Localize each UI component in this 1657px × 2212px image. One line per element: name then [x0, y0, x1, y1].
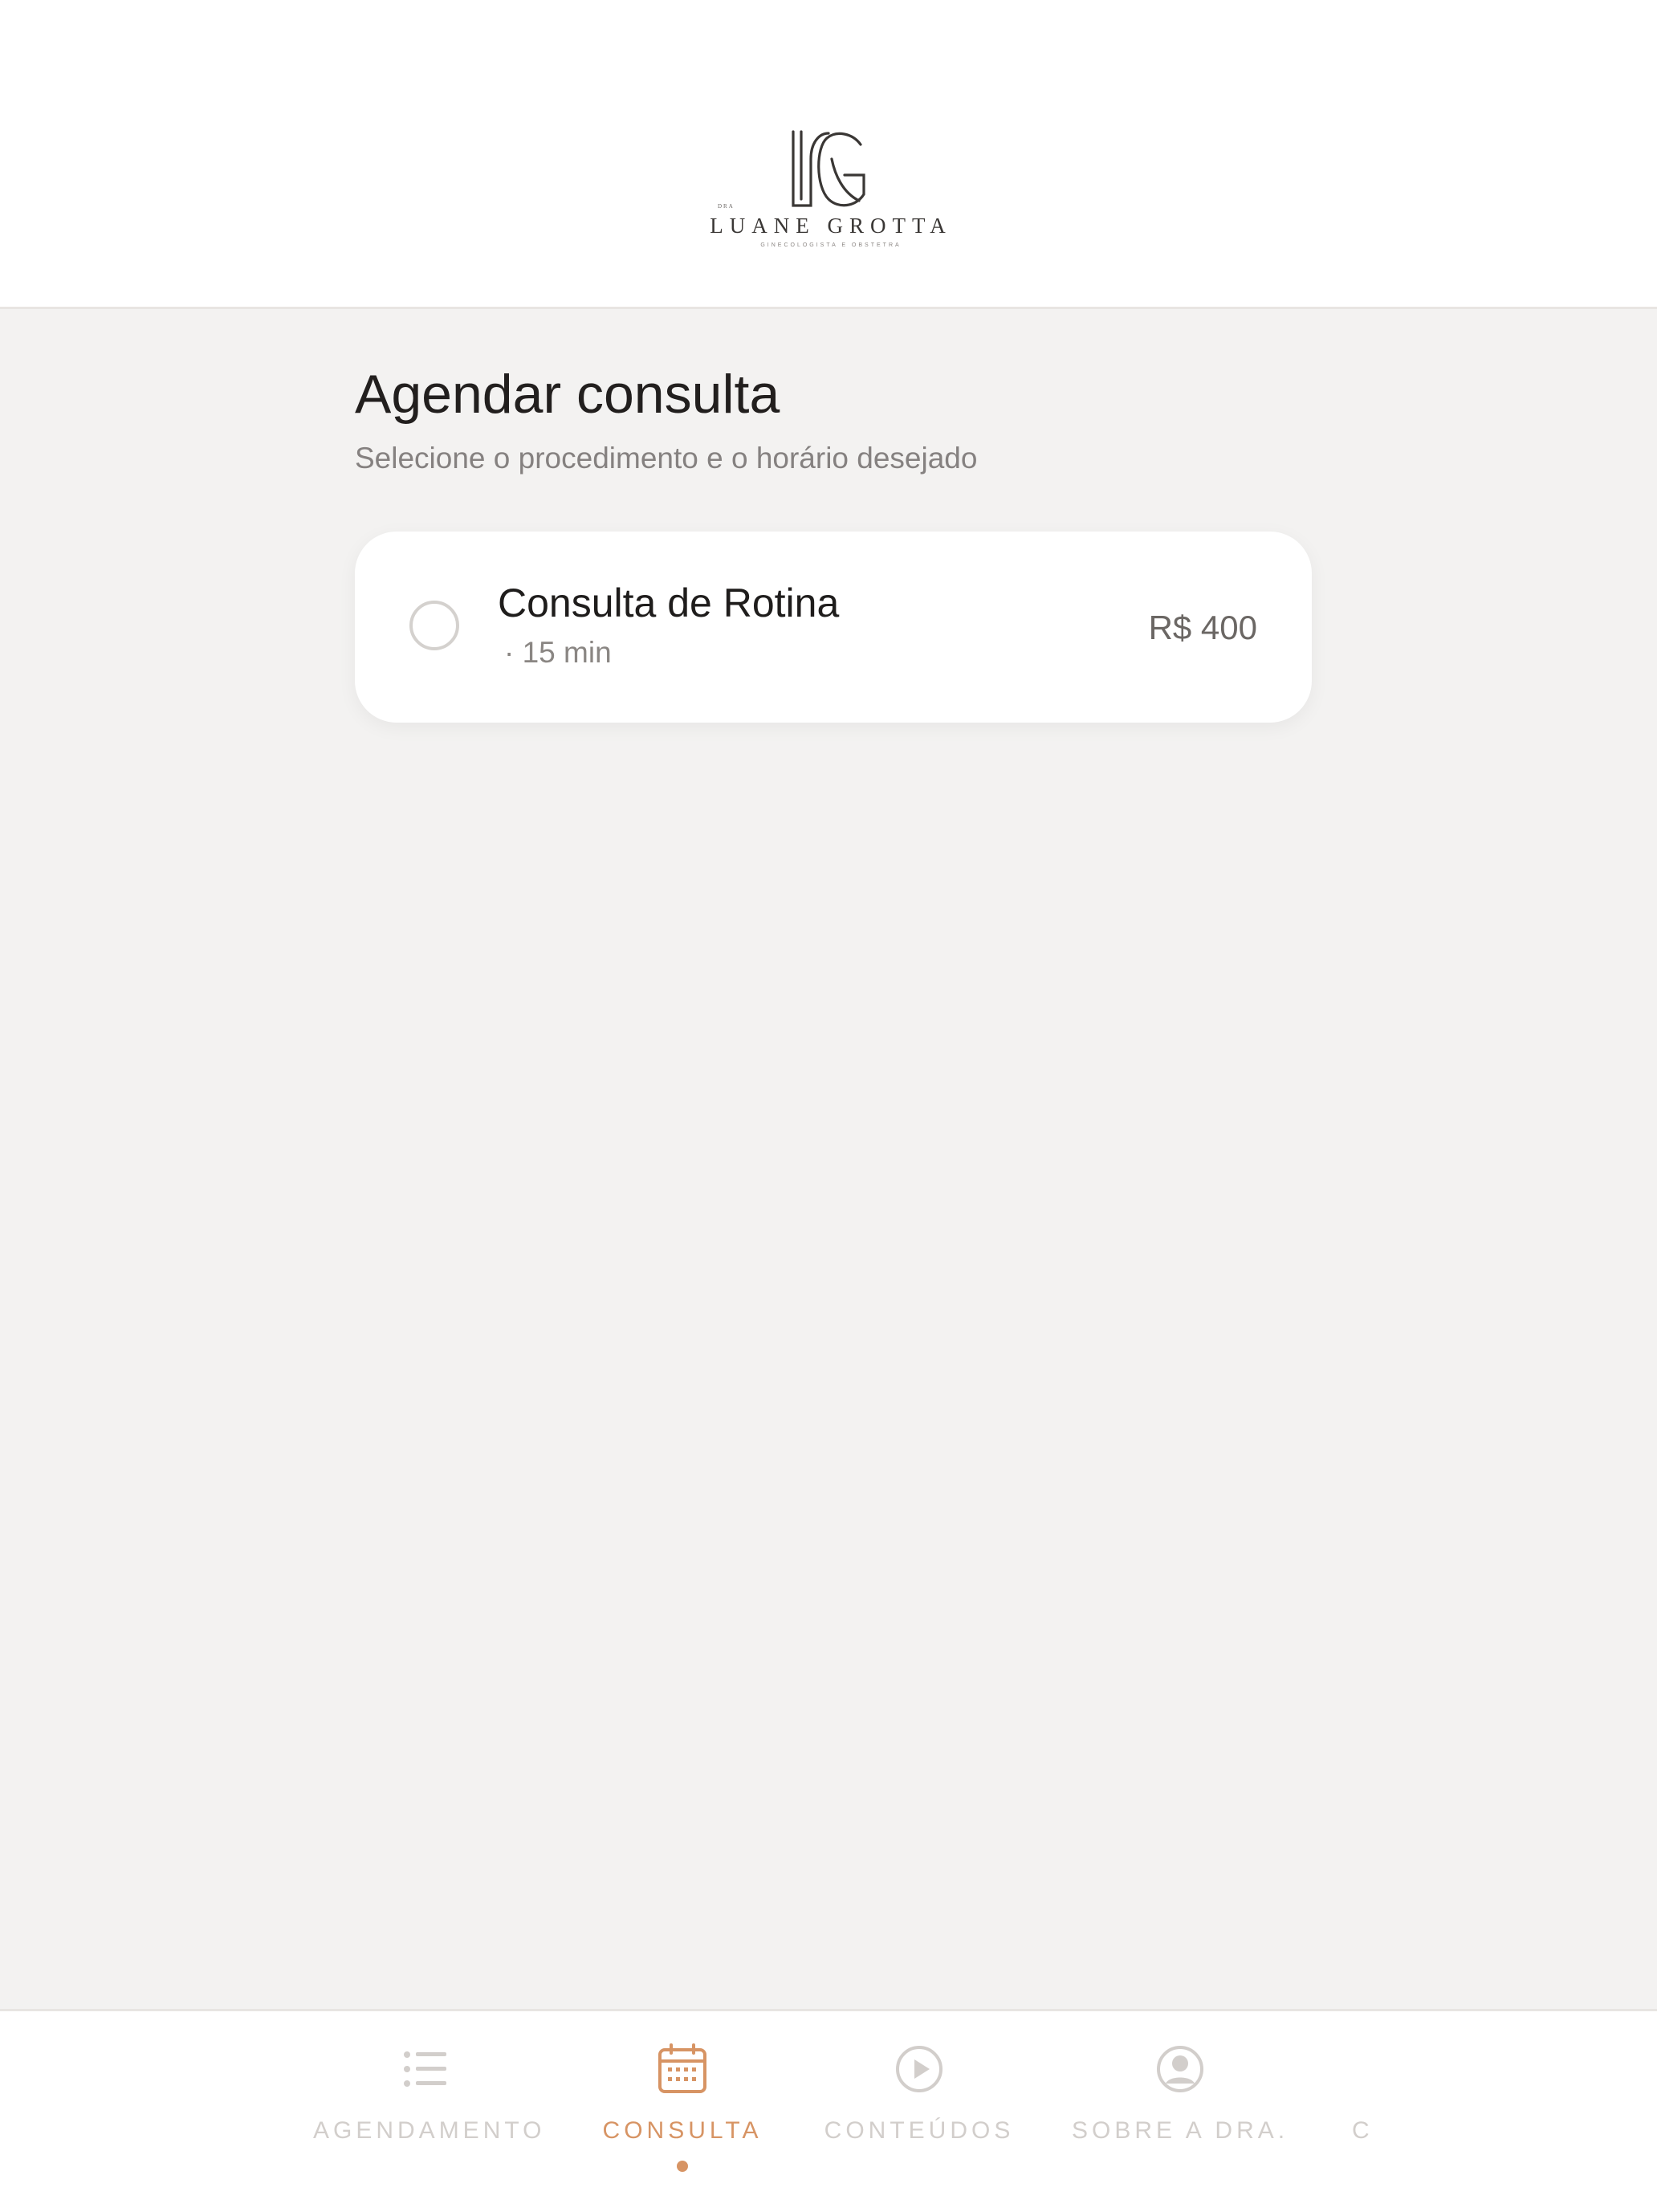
tab-label: CONTEÚDOS — [824, 2117, 1015, 2144]
tab-label: SOBRE A DRA. — [1072, 2117, 1289, 2144]
bottom-tab-bar: AGENDAMENTO CONSULTA CONTEÚDOS SOBRE A D… — [0, 2009, 1657, 2212]
tab-label-partial: C — [1352, 2117, 1374, 2144]
tab-agendamento[interactable]: AGENDAMENTO — [313, 2043, 546, 2188]
tab-overflow-partial[interactable]: C — [1352, 2043, 1376, 2164]
logo-prefix: DRA — [718, 203, 735, 210]
tab-consulta[interactable]: CONSULTA — [594, 2043, 771, 2188]
service-duration: · 15 min — [504, 636, 612, 669]
tab-sobre-a-dra[interactable]: SOBRE A DRA. — [1072, 2043, 1289, 2188]
app-header: DRA LUANE GROTTA GINECOLOGISTA E OBSTETR… — [0, 0, 1657, 309]
tab-label: AGENDAMENTO — [313, 2117, 546, 2144]
calendar-icon — [658, 2043, 706, 2093]
logo-name: LUANE GROTTA — [710, 214, 952, 238]
service-name: Consulta de Rotina — [498, 580, 840, 625]
logo-tagline: GINECOLOGISTA E OBSTETRA — [760, 242, 902, 248]
brand-logo: DRA LUANE GROTTA GINECOLOGISTA E OBSTETR… — [706, 120, 955, 257]
monogram-logo-icon — [792, 130, 865, 207]
page-title: Agendar consulta — [355, 364, 780, 425]
user-circle-icon — [1157, 2046, 1203, 2092]
service-radio-button[interactable] — [409, 601, 459, 650]
play-icon — [896, 2046, 942, 2092]
active-tab-indicator — [677, 2161, 688, 2172]
tab-label: CONSULTA — [602, 2117, 763, 2144]
tab-conteudos[interactable]: CONTEÚDOS — [823, 2043, 1016, 2188]
page-subtitle: Selecione o procedimento e o horário des… — [355, 442, 978, 475]
list-icon — [404, 2051, 446, 2087]
service-price: R$ 400 — [1148, 609, 1257, 646]
service-option-card[interactable]: Consulta de Rotina · 15 min R$ 400 — [355, 532, 1312, 723]
